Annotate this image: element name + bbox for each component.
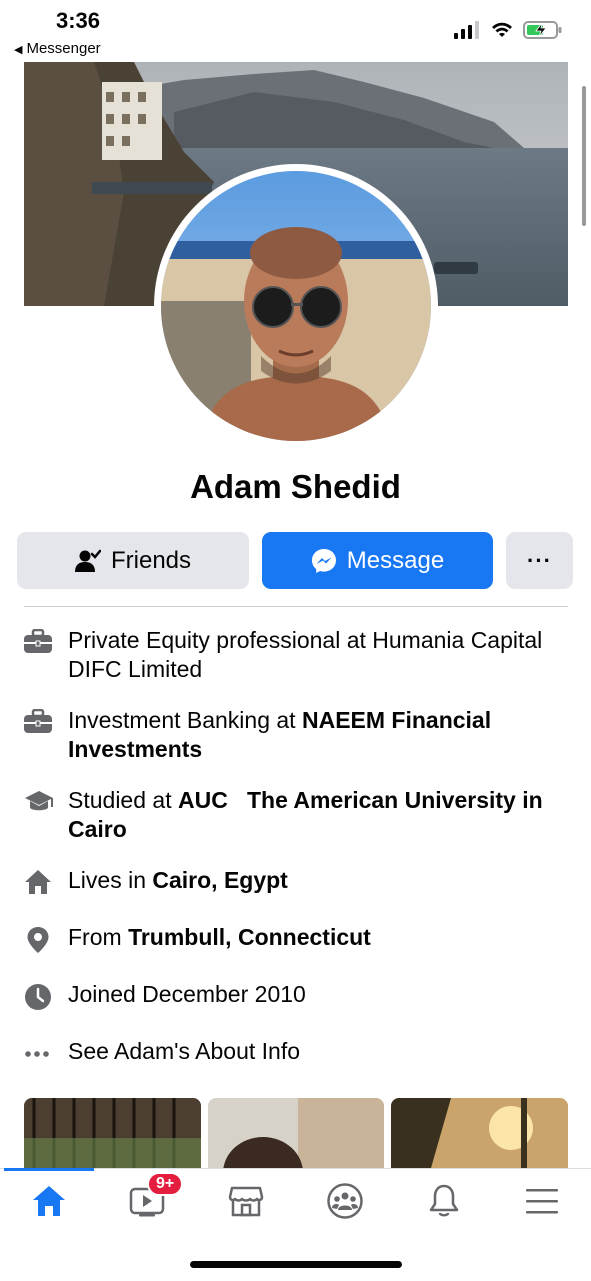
wifi-icon — [492, 22, 512, 37]
tab-home[interactable] — [19, 1181, 79, 1221]
groups-icon — [327, 1183, 363, 1219]
bell-icon — [429, 1184, 459, 1217]
from-city-link[interactable]: Trumbull, Connecticut — [128, 924, 371, 950]
scrollbar[interactable] — [582, 86, 586, 226]
more-options-button[interactable]: ··· — [506, 532, 573, 589]
photo-thumbnail[interactable] — [391, 1098, 568, 1168]
home-icon — [33, 1186, 65, 1216]
detail-joined: Joined December 2010 — [24, 980, 576, 1016]
cellular-signal-icon — [454, 21, 479, 39]
work-1-text: Private Equity professional at Humania C… — [68, 627, 543, 682]
hamburger-menu-icon — [526, 1189, 558, 1214]
joined-text: Joined December 2010 — [68, 981, 306, 1007]
see-about-info-text: See Adam's About Info — [68, 1038, 300, 1064]
see-about-info-link[interactable]: See Adam's About Info — [24, 1037, 576, 1073]
location-pin-icon — [27, 927, 49, 953]
back-triangle-icon: ◀ — [14, 44, 23, 56]
detail-education: Studied at AUC The American University i… — [24, 786, 576, 844]
more-dots-icon: ··· — [527, 547, 552, 573]
battery-charging-icon — [523, 21, 562, 39]
detail-work-1: Private Equity professional at Humania C… — [24, 626, 576, 684]
education-prefix: Studied at — [68, 787, 178, 813]
friends-button-label: Friends — [110, 546, 192, 574]
active-tab-indicator — [4, 1168, 94, 1171]
back-app-label: Messenger — [26, 40, 101, 57]
friends-button[interactable]: Friends — [17, 532, 249, 589]
graduation-cap-icon — [25, 791, 53, 811]
photo-thumbnail[interactable] — [207, 1098, 385, 1168]
home-icon — [25, 870, 51, 894]
more-dots-icon — [25, 1051, 49, 1057]
tab-menu[interactable] — [512, 1181, 572, 1221]
lives-prefix: Lives in — [68, 867, 153, 893]
marketplace-icon — [228, 1186, 264, 1217]
detail-work-2: Investment Banking at NAEEM Financial In… — [24, 706, 576, 764]
tab-groups[interactable] — [315, 1181, 375, 1221]
briefcase-icon — [24, 708, 52, 733]
tab-marketplace[interactable] — [216, 1181, 276, 1221]
divider — [24, 606, 568, 607]
message-button[interactable]: Message — [262, 532, 493, 589]
detail-lives-in: Lives in Cairo, Egypt — [24, 866, 576, 900]
work-2-prefix: Investment Banking at — [68, 707, 302, 733]
photos-strip — [24, 1098, 568, 1168]
messenger-icon — [311, 548, 336, 573]
back-to-app-link[interactable]: ◀ Messenger — [14, 40, 101, 57]
notification-badge: 9+ — [147, 1172, 184, 1196]
clock-icon — [25, 984, 51, 1010]
briefcase-icon — [24, 628, 52, 653]
profile-name: Adam Shedid — [190, 468, 401, 505]
message-button-label: Message — [346, 546, 445, 574]
status-bar: 3:36 ◀ Messenger — [0, 0, 591, 62]
detail-from: From Trumbull, Connecticut — [24, 923, 576, 959]
from-prefix: From — [68, 924, 129, 950]
status-time: 3:36 — [56, 8, 101, 33]
profile-picture[interactable] — [154, 164, 438, 448]
home-indicator — [190, 1261, 402, 1268]
status-icons — [453, 20, 563, 40]
tab-video[interactable]: 9+ — [117, 1172, 184, 1221]
lives-city-link[interactable]: Cairo, Egypt — [152, 867, 287, 893]
photo-thumbnail[interactable] — [24, 1098, 201, 1168]
friends-check-icon — [74, 549, 101, 572]
tab-notifications[interactable] — [414, 1181, 474, 1221]
